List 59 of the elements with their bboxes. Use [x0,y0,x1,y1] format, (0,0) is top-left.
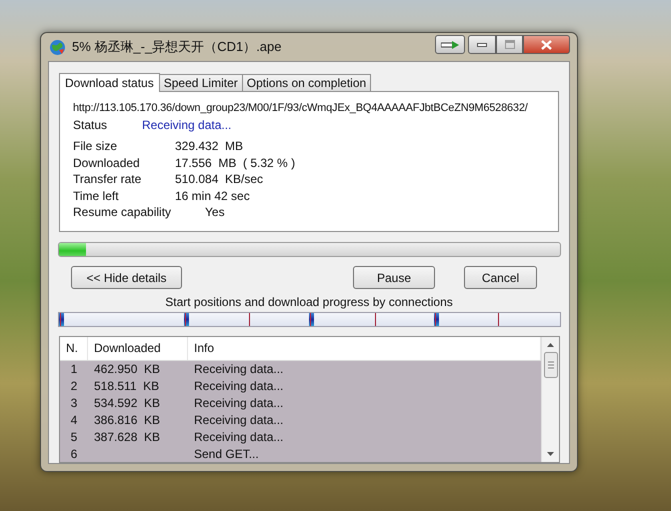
column-header[interactable]: Downloaded [88,337,188,360]
minimize-button[interactable] [468,35,496,54]
connections-caption: Start positions and download progress by connections [164,295,454,309]
cancel-button[interactable]: Cancel [464,266,537,289]
table-row[interactable]: 6 Send GET... [60,445,541,462]
scrollbar[interactable] [541,337,559,462]
field-label: Time left [73,188,120,203]
field-value: 510.084 KB/sec [175,172,264,186]
close-icon [541,40,552,50]
field-value: 329.432 MB [175,139,244,154]
minimize-icon [477,42,487,46]
table-row[interactable]: 3 534.592 KB Receiving data... [60,394,541,412]
table-cell-text: Receiving data... [193,396,284,410]
scroll-thumb[interactable] [544,352,558,378]
field-label: Transfer rate [73,172,142,186]
close-button[interactable] [523,35,570,54]
table-cell-text: Receiving data... [193,379,284,394]
table-row[interactable]: 4 386.816 KB Receiving data... [60,411,541,428]
table-cell-text: 2 [70,379,78,394]
table-cell-text: Receiving data... [193,430,284,444]
table-cell-text: 462.950 KB [93,362,162,376]
table-cell-text: 386.816 KB [93,412,162,427]
table-row[interactable]: 2 518.511 KB Receiving data... [60,378,541,395]
globe-icon [49,38,66,56]
tab[interactable]: Download status [59,73,160,92]
table-cell-text: 518.511 KB [93,379,160,394]
table-cell-text: 4 [70,412,78,427]
scroll-down-icon [547,452,554,456]
hide-details-button[interactable]: << Hide details [71,266,182,289]
table-row[interactable]: 1 462.950 KB Receiving data... [60,360,541,378]
field-label: Status [73,118,108,132]
table-cell-text: 3 [70,396,78,410]
scroll-up-icon [547,343,554,347]
right-arrow-icon [441,40,459,48]
table-cell-text: Receiving data... [193,362,284,376]
table-cell-text: 1 [70,362,78,376]
table-cell-text: 6 [70,446,78,461]
pause-button[interactable]: Pause [353,266,435,289]
window-title: 5% 杨丞琳_-_异想天开（CD1）.ape [72,38,282,56]
field-label: Downloaded [73,156,141,170]
arrow-button[interactable] [435,35,465,54]
download-url: http://113.105.170.36/down_group23/M00/1F/93/cWmqJEx_BQ4AAAAAFJbtBCeZN9M6528632/ [73,102,528,114]
status-value: Receiving data... [142,118,232,132]
maximize-button[interactable] [496,35,523,54]
table-cell-text: 534.592 KB [93,396,162,410]
field-value: Yes [204,205,225,220]
tab[interactable]: Options on completion [242,74,372,91]
table-cell-text: Send GET... [193,446,260,461]
field-label: Resume capability [73,205,172,220]
table-cell-text: Receiving data... [193,412,284,427]
field-value: 17.556 MB ( 5.32 % ) [175,156,296,170]
maximize-icon [504,40,514,49]
table-cell-text: 5 [70,430,78,444]
tab[interactable]: Speed Limiter [158,74,243,91]
table-row[interactable]: 5 387.628 KB Receiving data... [60,428,541,446]
field-value: 16 min 42 sec [175,188,250,203]
column-header[interactable]: N. [60,337,88,360]
table-cell-text: 387.628 KB [93,430,162,444]
field-label: File size [73,139,118,154]
